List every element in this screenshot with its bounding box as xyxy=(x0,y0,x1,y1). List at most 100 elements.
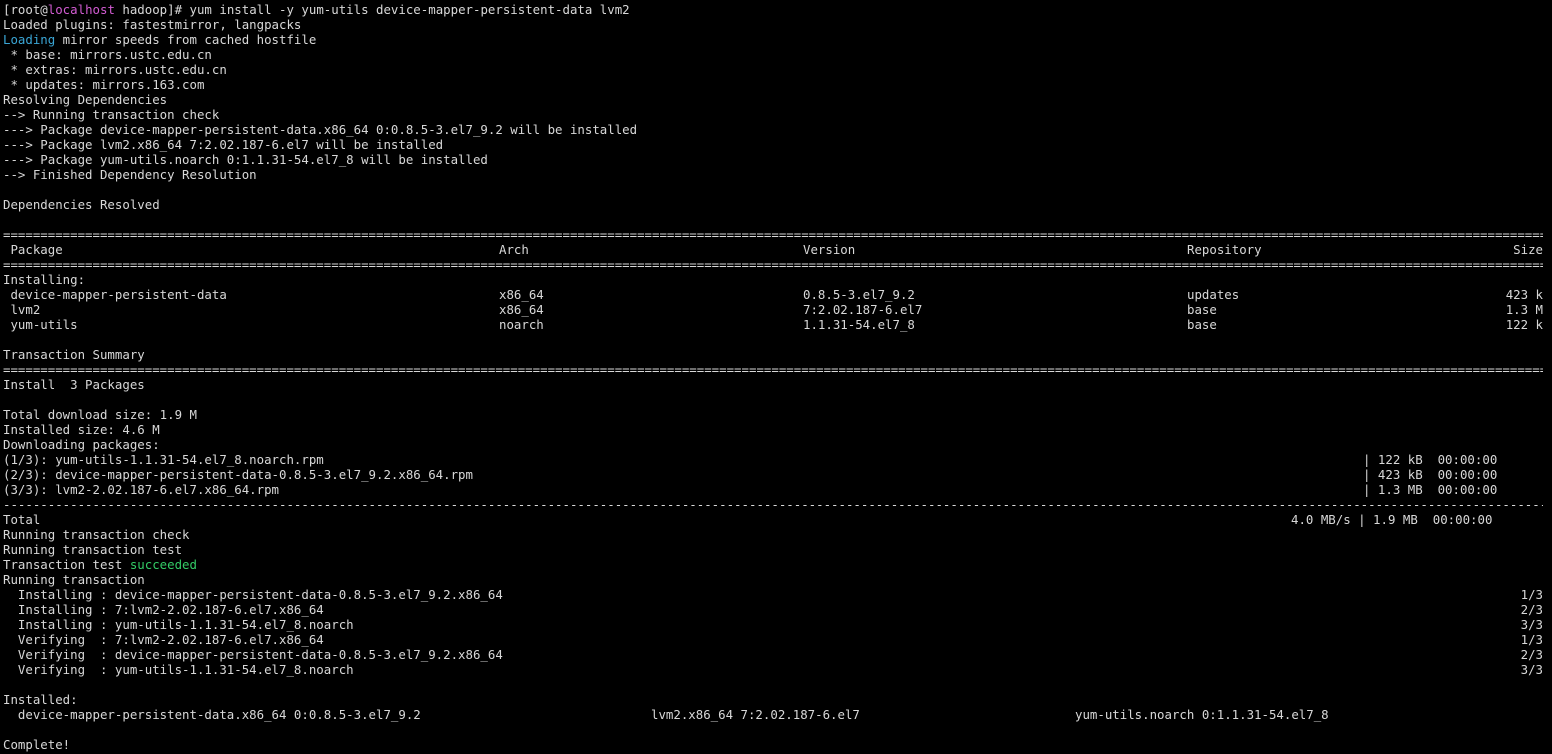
cell-arch: x86_64 xyxy=(499,302,544,317)
header-version: Version xyxy=(803,242,856,257)
loading-line: Loading mirror speeds from cached hostfi… xyxy=(3,32,1543,47)
cell-version: 0.8.5-3.el7_9.2 xyxy=(803,287,915,302)
download-name: (1/3): yum-utils-1.1.31-54.el7_8.noarch.… xyxy=(3,452,324,467)
step-row: Verifying : device-mapper-persistent-dat… xyxy=(3,647,1543,662)
step-count: 2/3 xyxy=(1520,602,1543,617)
output-line: ---> Package lvm2.x86_64 7:2.02.187-6.el… xyxy=(3,137,444,152)
step-text: Installing : 7:lvm2-2.02.187-6.el7.x86_6… xyxy=(3,602,324,617)
step-count: 1/3 xyxy=(1520,587,1543,602)
step-text: Installing : yum-utils-1.1.31-54.el7_8.n… xyxy=(3,617,354,632)
cell-size: 423 k xyxy=(1505,287,1543,302)
cell-package: yum-utils xyxy=(3,317,78,332)
table-row: yum-utils noarch 1.1.31-54.el7_8 base 12… xyxy=(3,317,1543,332)
step-row: Installing : yum-utils-1.1.31-54.el7_8.n… xyxy=(3,617,1543,632)
cell-version: 1.1.31-54.el7_8 xyxy=(803,317,915,332)
terminal-output: [root@localhost hadoop]# yum install -y … xyxy=(3,2,1543,754)
total-stats: 4.0 MB/s | 1.9 MB 00:00:00 xyxy=(1291,512,1493,527)
output-line: Loaded plugins: fastestmirror, langpacks xyxy=(3,17,302,32)
output-line: --> Finished Dependency Resolution xyxy=(3,167,257,182)
header-size: Size xyxy=(1513,242,1543,257)
step-text: Verifying : 7:lvm2-2.02.187-6.el7.x86_64 xyxy=(3,632,324,647)
cell-size: 1.3 M xyxy=(1505,302,1543,317)
output-line: * updates: mirrors.163.com xyxy=(3,77,205,92)
terminal-window[interactable]: [root@localhost hadoop]# yum install -y … xyxy=(0,0,1552,754)
cell-arch: noarch xyxy=(499,317,544,332)
output-line: ---> Package device-mapper-persistent-da… xyxy=(3,122,638,137)
transaction-test: Running transaction test xyxy=(3,542,183,557)
step-row: Installing : 7:lvm2-2.02.187-6.el7.x86_6… xyxy=(3,602,1543,617)
command-prompt-line: [root@localhost hadoop]# yum install -y … xyxy=(3,2,1543,17)
loading-rest: mirror speeds from cached hostfile xyxy=(55,32,317,47)
download-stats: | 1.3 MB 00:00:00 xyxy=(1363,482,1498,497)
step-row: Verifying : yum-utils-1.1.31-54.el7_8.no… xyxy=(3,662,1543,677)
cell-repository: base xyxy=(1187,317,1217,332)
cell-repository: updates xyxy=(1187,287,1240,302)
cell-size: 122 k xyxy=(1505,317,1543,332)
step-count: 1/3 xyxy=(1520,632,1543,647)
transaction-check: Running transaction check xyxy=(3,527,190,542)
transaction-test-result: succeeded xyxy=(129,557,197,572)
cell-package: lvm2 xyxy=(3,302,41,317)
total-label: Total xyxy=(3,512,41,527)
cell-package: device-mapper-persistent-data xyxy=(3,287,227,302)
prompt-host: localhost xyxy=(47,2,115,17)
step-count: 3/3 xyxy=(1520,617,1543,632)
prompt-open: [root@ xyxy=(3,2,48,17)
total-download-size: Total download size: 1.9 M xyxy=(3,407,197,422)
dashed-rule: ----------------------------------------… xyxy=(3,497,1543,512)
download-name: (2/3): device-mapper-persistent-data-0.8… xyxy=(3,467,473,482)
step-count: 3/3 xyxy=(1520,662,1543,677)
installed-row: device-mapper-persistent-data.x86_64 0:0… xyxy=(3,707,1543,722)
complete-line: Complete! xyxy=(3,737,71,752)
download-stats: | 122 kB 00:00:00 xyxy=(1363,452,1498,467)
command-text: yum install -y yum-utils device-mapper-p… xyxy=(189,2,630,17)
transaction-test-result-line: Transaction test succeeded xyxy=(3,557,1543,572)
prompt-dir: hadoop]# xyxy=(114,2,190,17)
double-rule: ========================================… xyxy=(3,257,1543,272)
download-name: (3/3): lvm2-2.02.187-6.el7.x86_64.rpm xyxy=(3,482,280,497)
installed-item: lvm2.x86_64 7:2.02.187-6.el7 xyxy=(651,707,860,722)
download-row: (1/3): yum-utils-1.1.31-54.el7_8.noarch.… xyxy=(3,452,1543,467)
output-line: Dependencies Resolved xyxy=(3,197,160,212)
table-row: lvm2 x86_64 7:2.02.187-6.el7 base 1.3 M xyxy=(3,302,1543,317)
double-rule: ========================================… xyxy=(3,362,1543,377)
total-row: Total 4.0 MB/s | 1.9 MB 00:00:00 xyxy=(3,512,1543,527)
output-line: --> Running transaction check xyxy=(3,107,220,122)
output-line: * base: mirrors.ustc.edu.cn xyxy=(3,47,212,62)
step-text: Installing : device-mapper-persistent-da… xyxy=(3,587,503,602)
table-row: device-mapper-persistent-data x86_64 0.8… xyxy=(3,287,1543,302)
header-package: Package xyxy=(3,242,63,257)
header-repository: Repository xyxy=(1187,242,1262,257)
install-count-line: Install 3 Packages xyxy=(3,377,145,392)
installed-size: Installed size: 4.6 M xyxy=(3,422,160,437)
download-row: (2/3): device-mapper-persistent-data-0.8… xyxy=(3,467,1543,482)
output-line: Resolving Dependencies xyxy=(3,92,168,107)
header-arch: Arch xyxy=(499,242,529,257)
step-row: Verifying : 7:lvm2-2.02.187-6.el7.x86_64… xyxy=(3,632,1543,647)
step-count: 2/3 xyxy=(1520,647,1543,662)
installed-label: Installed: xyxy=(3,692,78,707)
step-text: Verifying : yum-utils-1.1.31-54.el7_8.no… xyxy=(3,662,354,677)
running-transaction: Running transaction xyxy=(3,572,145,587)
installed-item: device-mapper-persistent-data.x86_64 0:0… xyxy=(3,707,421,722)
downloading-label: Downloading packages: xyxy=(3,437,160,452)
double-rule: ========================================… xyxy=(3,227,1543,242)
cell-version: 7:2.02.187-6.el7 xyxy=(803,302,923,317)
output-line: * extras: mirrors.ustc.edu.cn xyxy=(3,62,227,77)
cell-arch: x86_64 xyxy=(499,287,544,302)
summary-title: Transaction Summary xyxy=(3,347,145,362)
installing-label: Installing: xyxy=(3,272,86,287)
download-row: (3/3): lvm2-2.02.187-6.el7.x86_64.rpm | … xyxy=(3,482,1543,497)
transaction-test-prefix: Transaction test xyxy=(3,557,130,572)
step-text: Verifying : device-mapper-persistent-dat… xyxy=(3,647,503,662)
step-row: Installing : device-mapper-persistent-da… xyxy=(3,587,1543,602)
table-header-row: Package Arch Version Repository Size xyxy=(3,242,1543,257)
loading-word: Loading xyxy=(3,32,56,47)
download-stats: | 423 kB 00:00:00 xyxy=(1363,467,1498,482)
